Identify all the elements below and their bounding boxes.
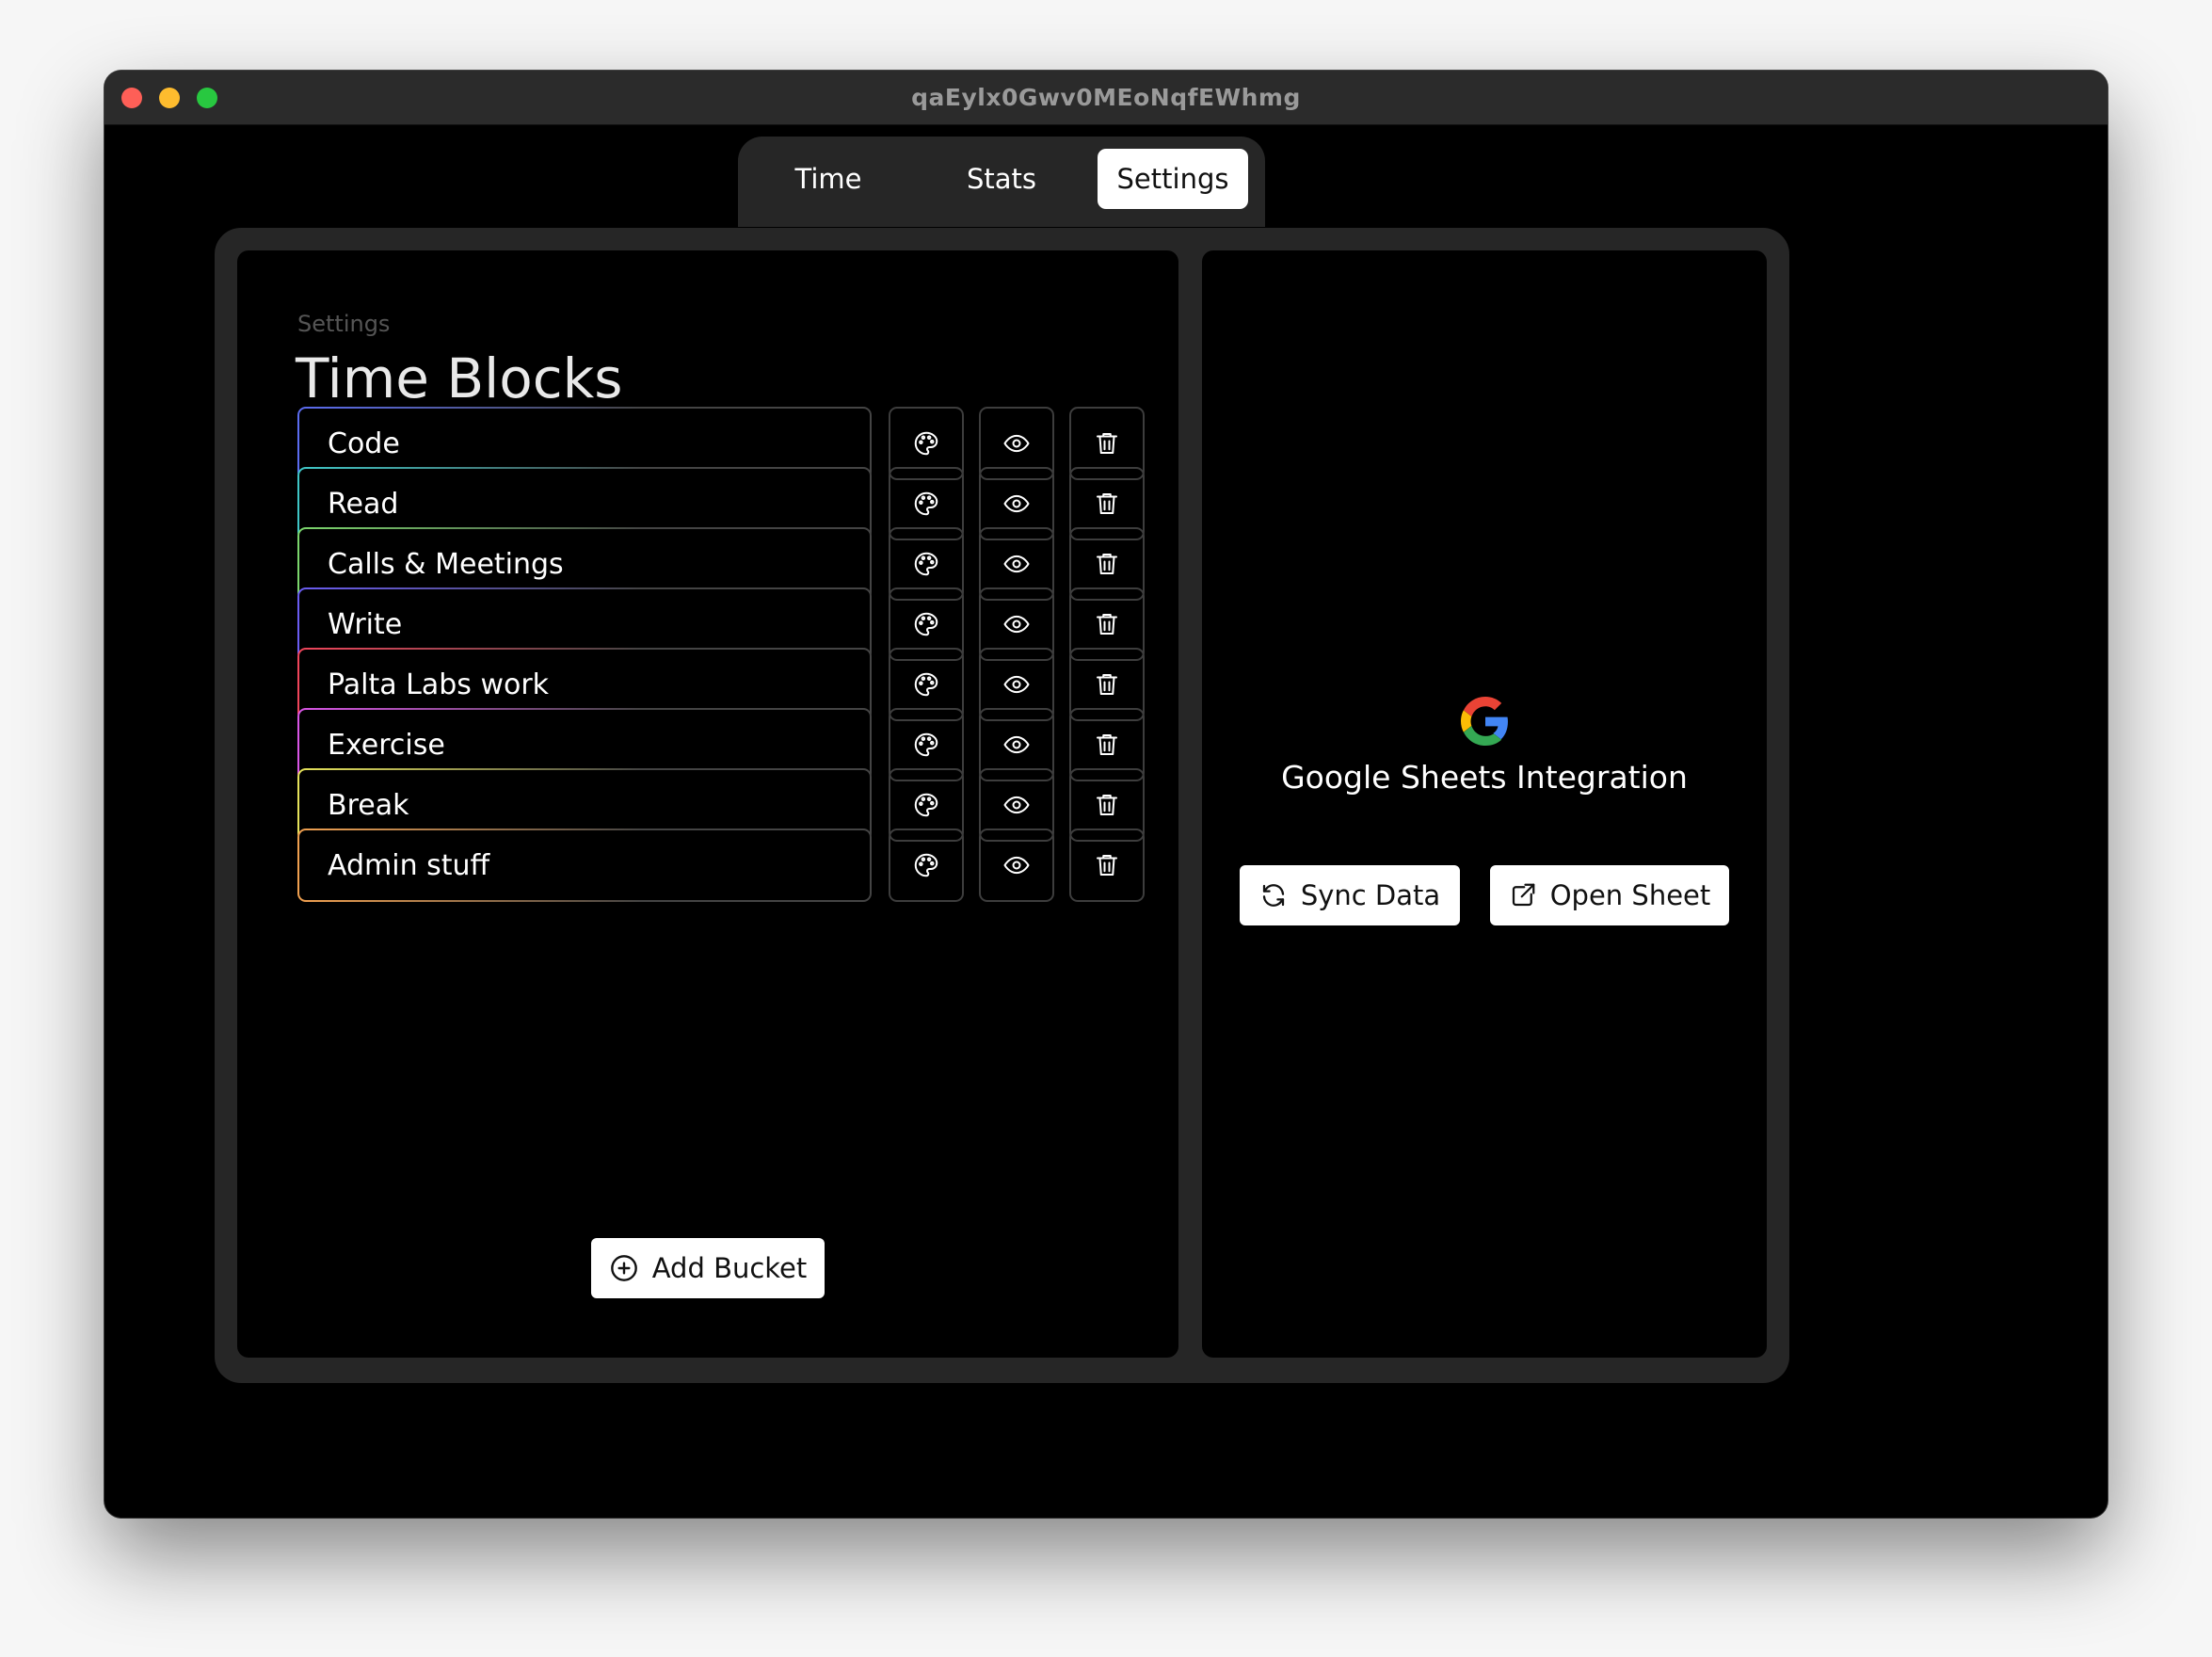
trash-icon <box>1097 433 1117 454</box>
open-sheet-label: Open Sheet <box>1549 879 1711 911</box>
external-link-icon <box>1512 883 1535 907</box>
add-bucket-label: Add Bucket <box>651 1252 808 1284</box>
eye-icon <box>1003 555 1030 573</box>
refresh-icon <box>1262 884 1284 907</box>
section-eyebrow: Settings <box>297 311 391 337</box>
palette-icon <box>914 672 938 697</box>
tab-time[interactable]: Time <box>774 149 883 209</box>
trash-icon <box>1097 855 1117 876</box>
eye-icon <box>1003 735 1030 754</box>
tab-bar: Time Stats Settings <box>738 137 1265 227</box>
title-bar: qaEylx0Gwv0MEoNqfEWhmg <box>104 71 2108 125</box>
eye-icon <box>1003 494 1030 513</box>
google-g-icon <box>1461 697 1508 746</box>
eye-icon <box>1003 615 1030 634</box>
color-picker-button[interactable] <box>889 828 964 902</box>
palette-icon <box>914 491 938 516</box>
palette-icon <box>914 612 938 636</box>
integration-title: Google Sheets Integration <box>1281 759 1688 796</box>
palette-icon <box>914 853 938 877</box>
delete-bucket-button[interactable] <box>1069 828 1145 902</box>
tab-stats[interactable]: Stats <box>947 149 1056 209</box>
plus-circle-icon <box>610 1255 637 1281</box>
settings-panel: Settings Time Blocks Code Read Calls & Mee… <box>215 228 1789 1383</box>
palette-icon <box>914 793 938 817</box>
palette-icon <box>914 552 938 576</box>
eye-icon <box>1003 675 1030 694</box>
add-bucket-button[interactable]: Add Bucket <box>591 1238 825 1298</box>
eye-icon <box>1003 434 1030 453</box>
open-sheet-button[interactable]: Open Sheet <box>1490 865 1729 925</box>
window-title: qaEylx0Gwv0MEoNqfEWhmg <box>911 84 1301 111</box>
trash-icon <box>1097 795 1117 815</box>
palette-icon <box>914 732 938 757</box>
palette-icon <box>914 431 938 456</box>
toggle-visibility-button[interactable] <box>979 828 1054 902</box>
integration-card: Google Sheets Integration Sync Data Open… <box>1202 250 1767 1358</box>
time-blocks-card: Settings Time Blocks Code Read Calls & Mee… <box>237 250 1178 1358</box>
eye-icon <box>1003 856 1030 875</box>
sync-data-button[interactable]: Sync Data <box>1240 865 1460 925</box>
page-title: Time Blocks <box>296 346 623 410</box>
tab-settings[interactable]: Settings <box>1098 149 1248 209</box>
bucket-row: Admin stuff <box>297 828 1145 902</box>
trash-icon <box>1097 734 1117 755</box>
bucket-name-field[interactable]: Admin stuff <box>297 828 872 902</box>
sync-data-label: Sync Data <box>1300 879 1441 911</box>
trash-icon <box>1097 554 1117 574</box>
trash-icon <box>1097 493 1117 514</box>
trash-icon <box>1097 614 1117 635</box>
eye-icon <box>1003 796 1030 814</box>
trash-icon <box>1097 674 1117 695</box>
